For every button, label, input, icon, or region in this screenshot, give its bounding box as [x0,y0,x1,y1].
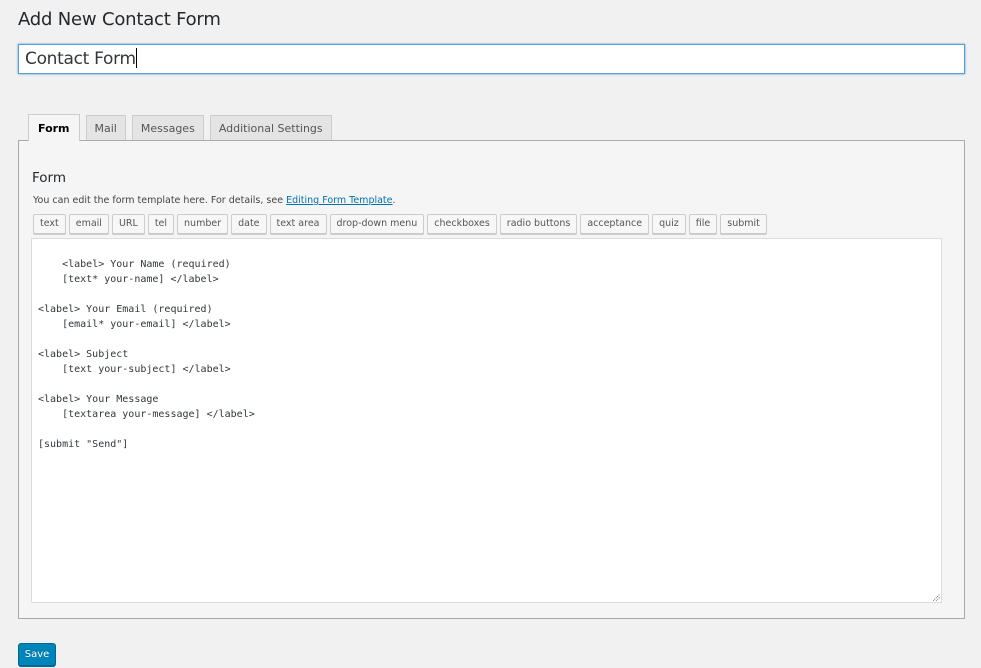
help-text: You can edit the form template here. For… [33,195,396,206]
tab-additional-settings[interactable]: Additional Settings [209,115,332,140]
tag-button-submit[interactable]: submit [720,214,767,234]
help-text-suffix: . [392,195,396,206]
tag-button-number[interactable]: number [177,214,229,234]
tag-button-acceptance[interactable]: acceptance [580,214,650,234]
editing-form-template-link[interactable]: Editing Form Template [286,195,392,206]
tab-bar: Form Mail Messages Additional Settings [28,114,332,141]
form-title-value: Contact Form [25,49,136,69]
panel-heading: Form [32,170,67,186]
tag-button-tel[interactable]: tel [147,214,175,234]
tab-messages[interactable]: Messages [131,115,204,140]
resize-handle-icon[interactable] [932,593,940,601]
save-button[interactable]: Save [18,643,56,666]
help-text-prefix: You can edit the form template here. For… [33,195,287,206]
form-template-content: <label> Your Name (required) [text* your… [38,259,255,450]
tag-button-radio-buttons[interactable]: radio buttons [499,214,578,234]
tag-button-dropdown-menu[interactable]: drop-down menu [329,214,425,234]
tag-button-textarea[interactable]: text area [269,214,327,234]
tab-form[interactable]: Form [28,114,80,141]
tag-button-email[interactable]: email [68,214,109,234]
tag-button-file[interactable]: file [688,214,718,234]
text-caret [135,48,137,68]
tag-button-text[interactable]: text [33,214,66,234]
form-panel: Form You can edit the form template here… [18,140,965,619]
tag-generator-buttons: text email URL tel number date text area… [33,214,767,234]
form-template-editor[interactable]: <label> Your Name (required) [text* your… [31,238,942,603]
page-title: Add New Contact Form [18,9,221,30]
tab-mail[interactable]: Mail [85,115,126,140]
tag-button-date[interactable]: date [231,214,267,234]
tag-button-checkboxes[interactable]: checkboxes [427,214,497,234]
tag-button-url[interactable]: URL [111,214,145,234]
form-title-input[interactable]: Contact Form [18,44,965,74]
tag-button-quiz[interactable]: quiz [652,214,686,234]
